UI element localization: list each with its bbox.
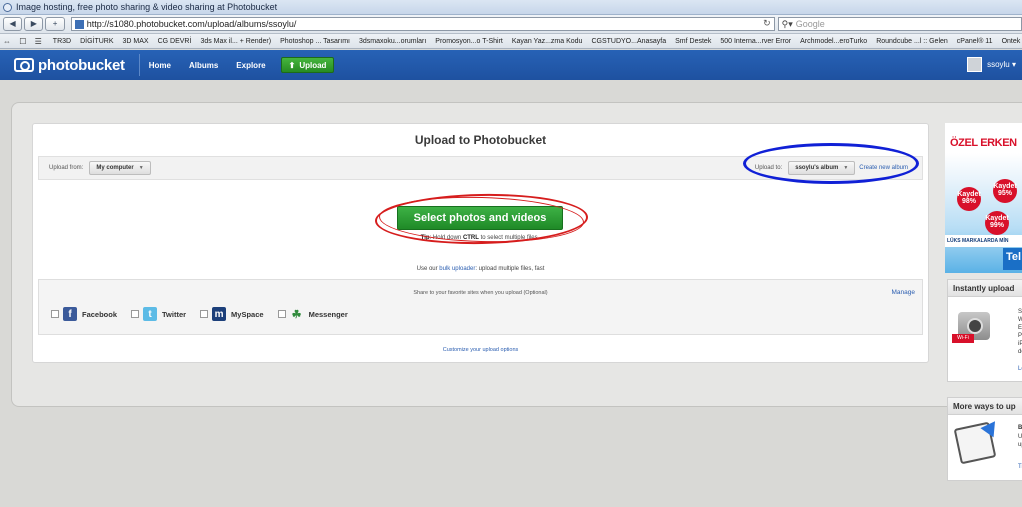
upload-nav-button[interactable]: ⬆ Upload <box>280 57 335 73</box>
photobucket-logo[interactable]: photobucket <box>14 57 125 74</box>
instant-learn-link[interactable]: Le <box>1018 366 1022 372</box>
upload-from-label: Upload from: <box>49 165 84 171</box>
myspace-icon: m <box>212 307 227 321</box>
share-myspace: m MySpace <box>200 307 264 321</box>
bookmark-item[interactable]: 3dsmaxoku...orumları <box>359 38 426 45</box>
search-input[interactable]: ⚲▾ Google <box>777 17 1022 31</box>
instant-text-line: iP <box>1018 341 1022 347</box>
facebook-icon: f <box>63 307 77 321</box>
ad-banner[interactable]: ÖZEL ERKEN Kaydet 98% Kaydet 95% Kaydet … <box>945 123 1022 273</box>
address-bar[interactable]: http://s1080.photobucket.com/upload/albu… <box>70 17 775 31</box>
username: ssoylu ▾ <box>987 60 1016 69</box>
bookmark-item[interactable]: 3D MAX <box>123 38 149 45</box>
site-header: photobucket Home Albums Explore ⬆ Upload… <box>0 50 1022 80</box>
bulk-pre: Use our <box>416 266 440 272</box>
bookmark-item[interactable]: Archmodel...eroTurko <box>800 38 867 45</box>
new-tab-button[interactable]: + <box>45 17 65 31</box>
bookmark-item[interactable]: 3ds Max il... + Render) <box>200 38 271 45</box>
share-twitter: t Twitter <box>131 307 186 321</box>
more-text-line: up <box>1018 442 1022 448</box>
forward-button[interactable]: ▶ <box>24 17 44 31</box>
camera-logo-icon <box>14 58 34 72</box>
upload-nav-label: Upload <box>299 60 327 70</box>
nav-albums[interactable]: Albums <box>180 61 227 70</box>
instant-text-line: P <box>1018 333 1022 339</box>
instant-upload-title: Instantly upload <box>948 280 1022 297</box>
upload-from-select[interactable]: My computer ▼ <box>89 161 151 175</box>
share-facebook: f Facebook <box>51 307 117 321</box>
more-ways-widget: More ways to up B U up Tr <box>947 397 1022 481</box>
reload-icon[interactable]: ↻ <box>763 18 771 29</box>
share-messenger: ☘ Messenger <box>277 307 348 321</box>
nav-explore[interactable]: Explore <box>227 61 274 70</box>
ad-badge: Kaydet 98% <box>957 187 981 211</box>
avatar <box>967 57 983 72</box>
share-panel: Share to your favorite sites when you up… <box>38 279 923 335</box>
more-text-line: U <box>1018 434 1022 440</box>
instant-text-line: E <box>1018 325 1022 331</box>
window-titlebar: Image hosting, free photo sharing & vide… <box>0 0 1022 15</box>
search-icon: ⚲▾ <box>781 18 793 29</box>
customize-link[interactable]: Customize your upload options <box>32 347 929 353</box>
wifi-card-icon: Wi-Fi <box>952 334 974 343</box>
bookmarks-bar: ⇔ ☐ ☰ TR3D DİGİTURK 3D MAX CG DEVRİ 3ds … <box>0 34 1022 49</box>
address-url: http://s1080.photobucket.com/upload/albu… <box>86 19 297 29</box>
instant-text-line: de <box>1018 349 1022 355</box>
bulk-uploader-link[interactable]: bulk uploader <box>439 266 475 272</box>
facebook-label: Facebook <box>82 309 118 319</box>
bookmark-item[interactable]: cPanel® 11 <box>957 38 993 45</box>
logo-text: photobucket <box>38 56 125 74</box>
upload-arrow-icon: ⬆ <box>288 60 296 70</box>
ad-badge: Kaydet 95% <box>993 179 1017 203</box>
ad-band-text: LÜKS MARKALARDA MİN <box>945 235 1022 247</box>
twitter-icon: t <box>143 307 158 321</box>
instant-text-line: Sa <box>1018 309 1022 315</box>
bookmark-item[interactable]: Photoshop ... Tasarımı <box>280 38 350 45</box>
instant-upload-widget: Instantly upload Wi-Fi Sa W E P iP de Le <box>947 279 1022 382</box>
search-placeholder: Google <box>795 19 825 29</box>
messenger-icon: ☘ <box>291 308 302 321</box>
bookmark-item[interactable]: Roundcube ...l :: Gelen <box>876 38 948 45</box>
back-button[interactable]: ◀ <box>3 17 23 31</box>
bulk-post: : upload multiple files, fast <box>475 266 545 272</box>
user-menu[interactable]: ssoylu ▾ <box>967 57 1016 72</box>
messenger-checkbox[interactable] <box>277 310 286 318</box>
bulk-uploader-text: Use our bulk uploader: upload multiple f… <box>32 266 929 272</box>
share-header: Share to your favorite sites when you up… <box>413 290 548 296</box>
ad-tel: Tel <box>1003 248 1022 270</box>
chevron-down-icon: ▼ <box>138 165 144 171</box>
upload-from-value: My computer <box>96 165 134 171</box>
instant-text-line: W <box>1018 317 1022 323</box>
more-try-link[interactable]: Tr <box>1018 464 1022 470</box>
manage-link[interactable]: Manage <box>892 289 916 296</box>
twitter-label: Twitter <box>162 309 187 319</box>
bookmark-item[interactable]: CG DEVRİ <box>158 38 192 45</box>
more-ways-title: More ways to up <box>948 398 1022 415</box>
myspace-label: MySpace <box>231 309 264 319</box>
bookmark-item[interactable]: Promosyon...o T-Shirt <box>435 38 503 45</box>
site-favicon-icon <box>74 19 84 29</box>
bookmark-item[interactable]: Smf Destek <box>675 38 711 45</box>
bookmark-item[interactable]: DİGİTURK <box>80 38 113 45</box>
nav-home[interactable]: Home <box>140 61 180 70</box>
bookmarks-icons[interactable]: ⇔ ☐ ☰ <box>3 37 45 46</box>
myspace-checkbox[interactable] <box>200 310 209 318</box>
blue-annotation-circle <box>743 143 919 184</box>
messenger-label: Messenger <box>308 309 348 319</box>
more-text-line: B <box>1018 425 1022 431</box>
share-sites: f Facebook t Twitter m MySpace ☘ Messeng… <box>51 307 362 321</box>
facebook-checkbox[interactable] <box>51 310 59 318</box>
bookmark-item[interactable]: 500 Interna...rver Error <box>720 38 791 45</box>
bookmark-item[interactable]: Kayan Yaz...zma Kodu <box>512 38 583 45</box>
bookmark-item[interactable]: TR3D <box>53 38 71 45</box>
browser-toolbar: ◀ ▶ + http://s1080.photobucket.com/uploa… <box>0 15 1022 34</box>
bookmark-item[interactable]: CGSTUDYO...Anasayfa <box>591 38 666 45</box>
ad-title: ÖZEL ERKEN <box>950 137 1017 149</box>
twitter-checkbox[interactable] <box>131 310 140 318</box>
ad-badge: Kaydet 99% <box>985 211 1009 235</box>
window-title: Image hosting, free photo sharing & vide… <box>16 2 278 12</box>
browser-globe-icon <box>3 2 12 12</box>
bookmark-item[interactable]: Ontek <box>1002 38 1021 45</box>
